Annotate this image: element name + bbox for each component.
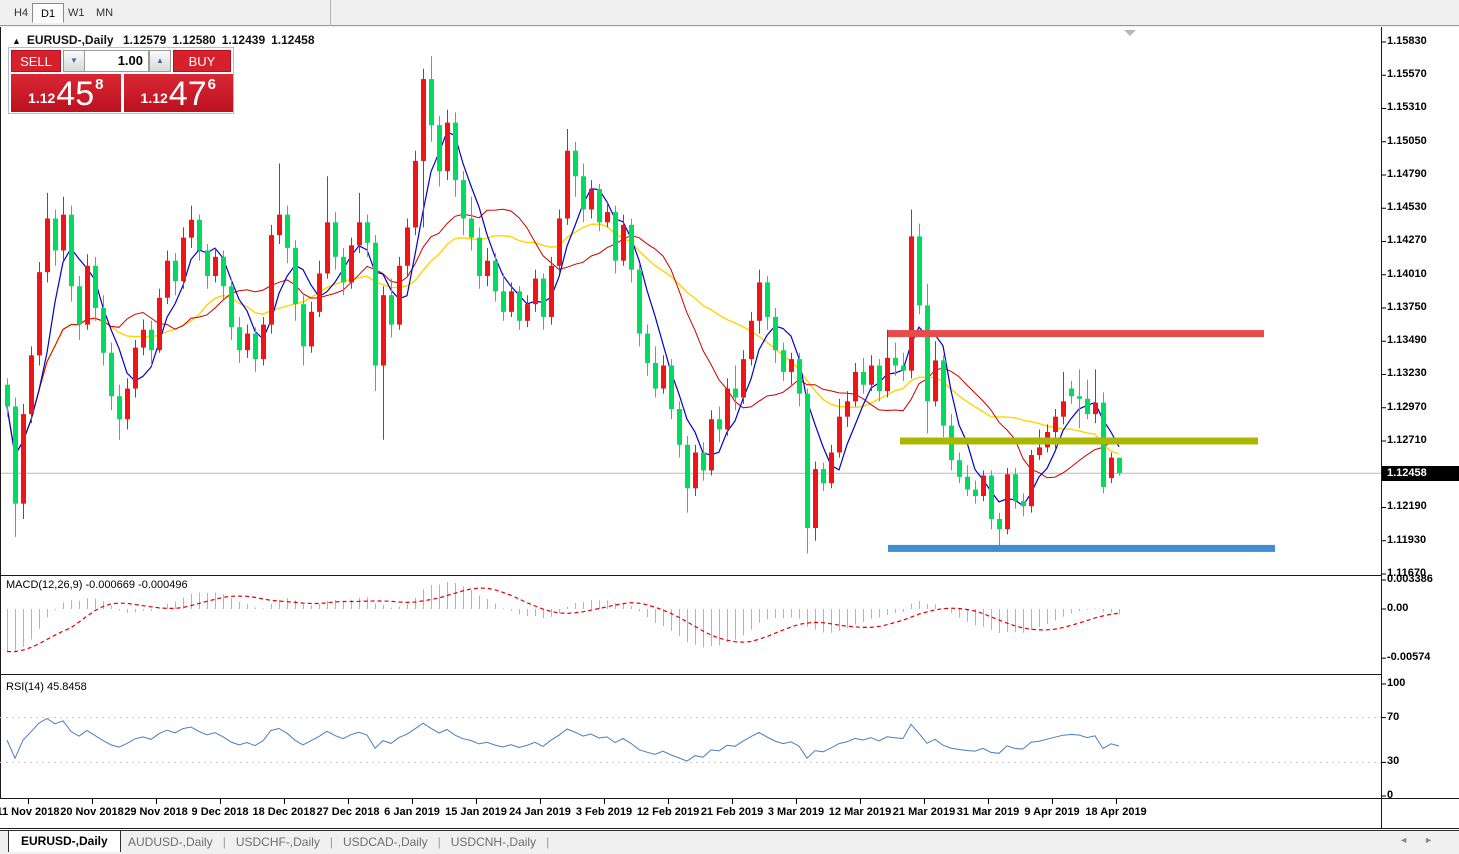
ohlc-low: 1.12439 [222,33,265,47]
date-axis-label: 18 Dec 2018 [253,806,316,818]
macd-axis-label: 0.003386 [1387,573,1433,585]
tab-scroll-arrows[interactable]: ◄► [1399,835,1449,845]
date-axis-label: 21 Mar 2019 [893,806,955,818]
price-axis-label: 1.14270 [1387,234,1427,246]
collapse-triangle-icon[interactable]: ▲ [12,36,21,46]
date-axis-label: 9 Dec 2018 [192,806,249,818]
pivot-line [900,437,1258,444]
chart-shift-marker-icon[interactable] [1124,30,1136,36]
rsi-axis-label: 30 [1387,755,1399,767]
volume-increase-button[interactable]: ▲ [149,50,171,72]
chart-tab-usdchfdaily[interactable]: USDCHF-,Daily [226,831,330,853]
price-axis-label: 1.14530 [1387,201,1427,213]
buy-price-main: 47 [169,79,207,109]
price-axis-label: 1.12970 [1387,401,1427,413]
date-axis-label: 15 Jan 2019 [445,806,507,818]
resistance-line [888,330,1264,337]
macd-indicator-label: MACD(12,26,9) -0.000669 -0.000496 [6,579,188,591]
price-axis-label: 1.15830 [1387,35,1427,47]
buy-price-box[interactable]: 1.12 47 6 [124,74,234,112]
price-axis-label: 1.14790 [1387,168,1427,180]
tab-separator: | [546,835,549,849]
date-axis-label: 6 Jan 2019 [384,806,440,818]
ohlc-close: 1.12458 [271,33,314,47]
price-axis-label: 1.13750 [1387,301,1427,313]
date-axis-label: 24 Jan 2019 [509,806,571,818]
one-click-trade-panel: SELL ▼ 1.00 ▲ BUY 1.12 45 8 1.12 47 6 [8,47,234,114]
price-axis-label: 1.15570 [1387,68,1427,80]
sell-button[interactable]: SELL [11,50,61,72]
tab-scroll-right-icon[interactable]: ► [1424,835,1449,845]
volume-decrease-button[interactable]: ▼ [63,50,85,72]
price-axis-label: 1.11930 [1387,534,1426,546]
date-axis-label: 3 Feb 2019 [576,806,632,818]
volume-input[interactable]: 1.00 [85,50,149,72]
date-axis-label: 20 Nov 2018 [60,806,124,818]
support-line [888,545,1275,552]
chart-tab-usdcnhdaily[interactable]: USDCNH-,Daily [441,831,546,853]
price-axis-label: 1.15050 [1387,135,1427,147]
sell-price-main: 45 [56,79,94,109]
chart-canvas[interactable] [0,27,1459,830]
sell-price-pip: 8 [95,76,103,93]
rsi-axis-label: 100 [1387,677,1405,689]
date-axis-label: 9 Apr 2019 [1024,806,1079,818]
current-price-badge: 1.12458 [1382,466,1459,481]
macd-axis-label: 0.00 [1387,602,1408,614]
chart-tab-bar: EURUSD-,Daily AUDUSD-,Daily | USDCHF-,Dail… [0,830,1459,854]
terminal-window: H4 D1 W1 MN ▲ EURUSD-,Daily 1.12579 1.1258… [0,0,1459,854]
ohlc-high: 1.12580 [172,33,215,47]
price-axis-label: 1.15310 [1387,101,1427,113]
chart-tab-usdcaddaily[interactable]: USDCAD-,Daily [333,831,438,853]
buy-button[interactable]: BUY [173,50,231,72]
timeframe-tab-mn[interactable]: MN [88,3,121,23]
ohlc-open: 1.12579 [123,33,166,47]
date-axis-label: 21 Feb 2019 [701,806,763,818]
chart-tab-list: AUDUSD-,Daily|USDCHF-,Daily|USDCAD-,Dail… [118,831,549,853]
date-axis-label: 29 Nov 2018 [124,806,188,818]
date-axis-label: 27 Dec 2018 [317,806,380,818]
date-axis-label: 31 Mar 2019 [957,806,1019,818]
symbol-label: EURUSD-,Daily [27,33,114,47]
date-axis-label: 18 Apr 2019 [1085,806,1146,818]
price-axis-label: 1.14010 [1387,268,1427,280]
timeframe-bar: H4 D1 W1 MN [0,0,1459,26]
price-axis-label: 1.12190 [1387,500,1427,512]
chart-tab-eurusd[interactable]: EURUSD-,Daily [8,830,121,852]
rsi-indicator-label: RSI(14) 45.8458 [6,681,87,693]
chart-surface[interactable] [0,27,1459,830]
date-axis-label: 11 Nov 2018 [0,806,60,818]
symbol-title-row: ▲ EURUSD-,Daily 1.12579 1.12580 1.12439 1.12… [12,33,321,47]
toolbar-divider [330,0,331,26]
rsi-axis-label: 0 [1387,789,1393,801]
date-axis-label: 12 Mar 2019 [829,806,891,818]
price-axis-label: 1.12710 [1387,434,1427,446]
tab-scroll-left-icon[interactable]: ◄ [1399,835,1424,845]
date-axis-label: 12 Feb 2019 [637,806,699,818]
date-axis-label: 3 Mar 2019 [768,806,824,818]
rsi-axis-label: 70 [1387,711,1399,723]
chart-tab-audusddaily[interactable]: AUDUSD-,Daily [118,831,223,853]
buy-price-pip: 6 [208,76,216,93]
price-axis-label: 1.13230 [1387,367,1427,379]
sell-price-prefix: 1.12 [28,90,55,106]
price-axis-label: 1.13490 [1387,334,1427,346]
buy-price-prefix: 1.12 [141,90,168,106]
macd-axis-label: -0.00574 [1387,651,1430,663]
sell-price-box[interactable]: 1.12 45 8 [11,74,121,112]
